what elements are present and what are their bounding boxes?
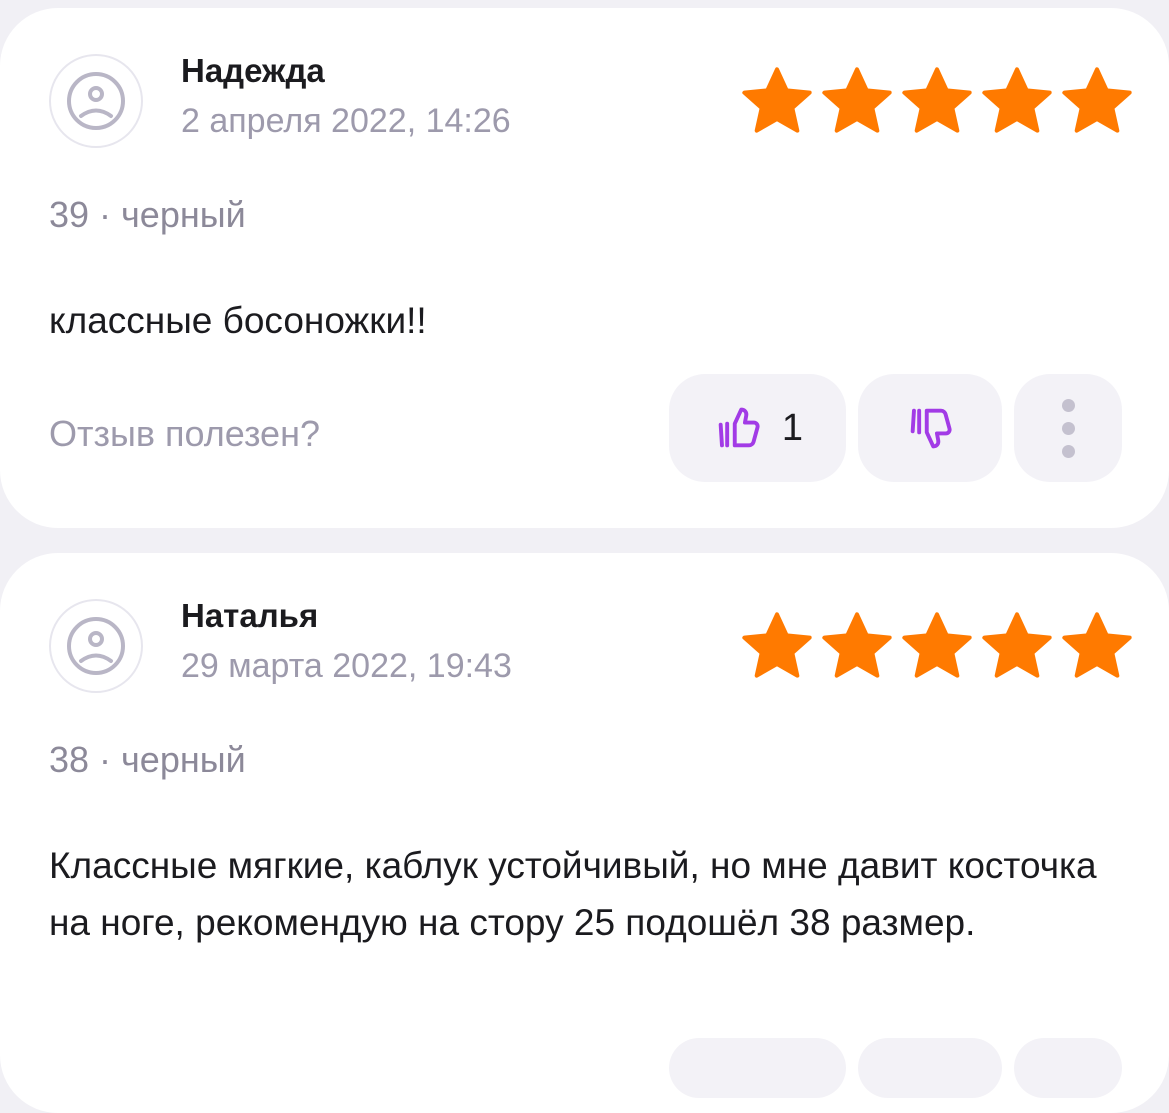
star-icon [742, 612, 812, 678]
review-text: Классные мягкие, каблук устойчивый, но м… [49, 845, 1097, 943]
review-card: Надежда 2 апреля 2022, 14:26 39 · черный… [0, 8, 1169, 528]
star-icon [902, 67, 972, 133]
review-author: Надежда [181, 52, 325, 89]
rating-stars [737, 62, 1137, 142]
helpful-question: Отзыв полезен? [49, 413, 320, 454]
sad-face-icon [67, 617, 125, 675]
star-icon [742, 67, 812, 133]
more-vertical-icon [1061, 398, 1075, 458]
review-date: 2 апреля 2022, 14:26 [181, 102, 511, 140]
like-button[interactable] [669, 1038, 846, 1098]
star-icon [822, 612, 892, 678]
sad-face-icon [67, 72, 125, 130]
more-button[interactable] [1014, 1038, 1122, 1098]
review-variant: 38 · черный [49, 739, 246, 780]
thumbs-up-icon [718, 407, 760, 448]
review-card: Наталья 29 марта 2022, 19:43 38 · черный… [0, 553, 1169, 1113]
avatar [49, 54, 143, 148]
thumbs-down-icon [910, 408, 952, 449]
star-icon [982, 612, 1052, 678]
rating-stars [737, 607, 1137, 687]
more-button[interactable] [1014, 374, 1122, 482]
star-icon [1062, 612, 1132, 678]
like-button[interactable]: 1 [669, 374, 846, 482]
dislike-button[interactable] [858, 1038, 1002, 1098]
review-text: классные босоножки!! [49, 300, 427, 341]
star-icon [1062, 67, 1132, 133]
avatar [49, 599, 143, 693]
like-count: 1 [781, 406, 804, 449]
star-icon [822, 67, 892, 133]
review-date: 29 марта 2022, 19:43 [181, 647, 512, 685]
review-author: Наталья [181, 597, 319, 634]
dislike-button[interactable] [858, 374, 1002, 482]
star-icon [902, 612, 972, 678]
review-variant: 39 · черный [49, 194, 246, 235]
star-icon [982, 67, 1052, 133]
